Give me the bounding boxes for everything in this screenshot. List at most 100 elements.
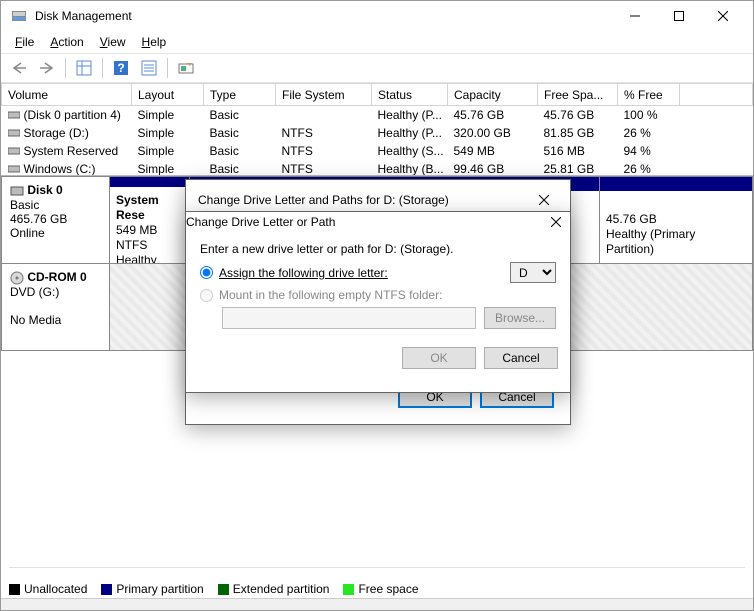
table-row[interactable]: (Disk 0 partition 4) SimpleBasic Healthy (…	[2, 106, 753, 125]
cell-layout: Simple	[132, 106, 204, 125]
back-button[interactable]	[7, 56, 31, 80]
region-system-reserved[interactable]: System Rese 549 MB NTFS Healthy (Syste	[110, 177, 190, 263]
col-filesystem[interactable]: File System	[276, 84, 372, 106]
option-assign-letter[interactable]: Assign the following drive letter: D	[200, 262, 556, 283]
cell-free: 516 MB	[538, 142, 618, 160]
cell-status: Healthy (P...	[372, 106, 448, 125]
view-list-button[interactable]	[72, 56, 96, 80]
option-mount-folder[interactable]: Mount in the following empty NTFS folder…	[200, 288, 556, 302]
menu-action[interactable]: Action	[42, 33, 91, 51]
close-button[interactable]	[701, 2, 745, 30]
col-layout[interactable]: Layout	[132, 84, 204, 106]
cell-pct: 100 %	[618, 106, 680, 125]
cell-free: 45.76 GB	[538, 106, 618, 125]
disk-icon	[10, 184, 24, 198]
col-status[interactable]: Status	[372, 84, 448, 106]
minimize-button[interactable]	[613, 2, 657, 30]
dialog1-title: Change Drive Letter and Paths for D: (St…	[198, 193, 530, 207]
col-extra[interactable]	[680, 84, 753, 106]
window-titlebar: Disk Management	[1, 1, 753, 31]
region-title: System Rese	[116, 193, 159, 222]
cell-fs: NTFS	[276, 160, 372, 175]
col-volume[interactable]: Volume	[2, 84, 132, 106]
col-freespace[interactable]: Free Spa...	[538, 84, 618, 106]
cell-status: Healthy (S...	[372, 142, 448, 160]
cell-type: Basic	[204, 142, 276, 160]
refresh-button[interactable]	[174, 56, 198, 80]
cell-pct: 94 %	[618, 142, 680, 160]
region-line2: 549 MB NTFS	[116, 223, 157, 252]
legend: Unallocated Primary partition Extended p…	[9, 567, 745, 596]
disk-0-status: Online	[10, 226, 45, 240]
region-size: 45.76 GB	[606, 212, 657, 226]
cdrom-info[interactable]: CD-ROM 0 DVD (G:) No Media	[2, 264, 110, 350]
maximize-button[interactable]	[657, 2, 701, 30]
menu-view[interactable]: View	[92, 33, 134, 51]
label-mount-folder: Mount in the following empty NTFS folder…	[219, 288, 442, 302]
table-row[interactable]: Storage (D:)SimpleBasicNTFSHealthy (P...…	[2, 124, 753, 142]
dialog2-title: Change Drive Letter or Path	[186, 215, 542, 229]
cell-fs: NTFS	[276, 124, 372, 142]
region-status: Healthy (Primary Partition)	[606, 227, 695, 256]
volume-name: System Reserved	[24, 144, 119, 158]
cell-status: Healthy (B...	[372, 160, 448, 175]
cell-type: Basic	[204, 106, 276, 125]
dialog2-cancel-button[interactable]: Cancel	[484, 347, 558, 369]
svg-text:?: ?	[117, 61, 124, 75]
menu-file[interactable]: File	[7, 33, 42, 51]
volume-icon	[8, 163, 20, 175]
legend-free: Free space	[343, 582, 418, 596]
cell-capacity: 549 MB	[448, 142, 538, 160]
window-title: Disk Management	[35, 9, 613, 23]
dialog-change-drive-letter: Change Drive Letter or Path Enter a new …	[185, 211, 571, 393]
label-assign-letter: Assign the following drive letter:	[219, 266, 388, 280]
dialog2-ok-button[interactable]: OK	[402, 347, 476, 369]
volume-name: Windows (C:)	[24, 162, 96, 176]
cell-pct: 26 %	[618, 124, 680, 142]
cdrom-type: DVD (G:)	[10, 285, 59, 299]
cdrom-name: CD-ROM 0	[27, 270, 86, 284]
cell-type: Basic	[204, 160, 276, 175]
table-header[interactable]: Volume Layout Type File System Status Ca…	[2, 84, 753, 106]
volume-name: (Disk 0 partition 4)	[24, 108, 121, 122]
volume-icon	[8, 109, 20, 121]
cell-free: 25.81 GB	[538, 160, 618, 175]
cell-pct: 26 %	[618, 160, 680, 175]
volume-icon	[8, 127, 20, 139]
col-capacity[interactable]: Capacity	[448, 84, 538, 106]
disk-management-app-icon	[11, 8, 27, 24]
disk-0-info[interactable]: Disk 0 Basic 465.76 GB Online	[2, 177, 110, 263]
volume-name: Storage (D:)	[24, 126, 89, 140]
disk-0-name: Disk 0	[27, 183, 62, 197]
cell-type: Basic	[204, 124, 276, 142]
cell-fs: NTFS	[276, 142, 372, 160]
table-row[interactable]: Windows (C:) SimpleBasicNTFSHealthy (B...…	[2, 160, 753, 175]
browse-button: Browse...	[484, 307, 556, 329]
forward-button[interactable]	[35, 56, 59, 80]
dialog1-close-button[interactable]	[530, 190, 558, 210]
volume-icon	[8, 145, 20, 157]
cell-capacity: 45.76 GB	[448, 106, 538, 125]
dialog2-close-button[interactable]	[542, 212, 570, 232]
cdrom-status: No Media	[10, 313, 61, 327]
radio-assign-letter[interactable]	[200, 266, 213, 279]
cell-layout: Simple	[132, 142, 204, 160]
help-button[interactable]: ?	[109, 56, 133, 80]
cell-layout: Simple	[132, 124, 204, 142]
disk-0-size: 465.76 GB	[10, 212, 67, 226]
col-pctfree[interactable]: % Free	[618, 84, 680, 106]
cell-free: 81.85 GB	[538, 124, 618, 142]
col-type[interactable]: Type	[204, 84, 276, 106]
radio-mount-folder[interactable]	[200, 289, 213, 302]
table-row[interactable]: System Reserved SimpleBasicNTFSHealthy (S…	[2, 142, 753, 160]
volume-list[interactable]: Volume Layout Type File System Status Ca…	[1, 83, 753, 175]
region-line3: Healthy (Syste	[116, 253, 157, 263]
properties-button[interactable]	[137, 56, 161, 80]
cell-layout: Simple	[132, 160, 204, 175]
cell-capacity: 99.46 GB	[448, 160, 538, 175]
menu-help[interactable]: Help	[134, 33, 175, 51]
cell-capacity: 320.00 GB	[448, 124, 538, 142]
region-partition-4[interactable]: 45.76 GB Healthy (Primary Partition)	[600, 177, 752, 263]
menu-bar: File Action View Help	[1, 31, 753, 53]
drive-letter-select[interactable]: D	[510, 262, 556, 283]
